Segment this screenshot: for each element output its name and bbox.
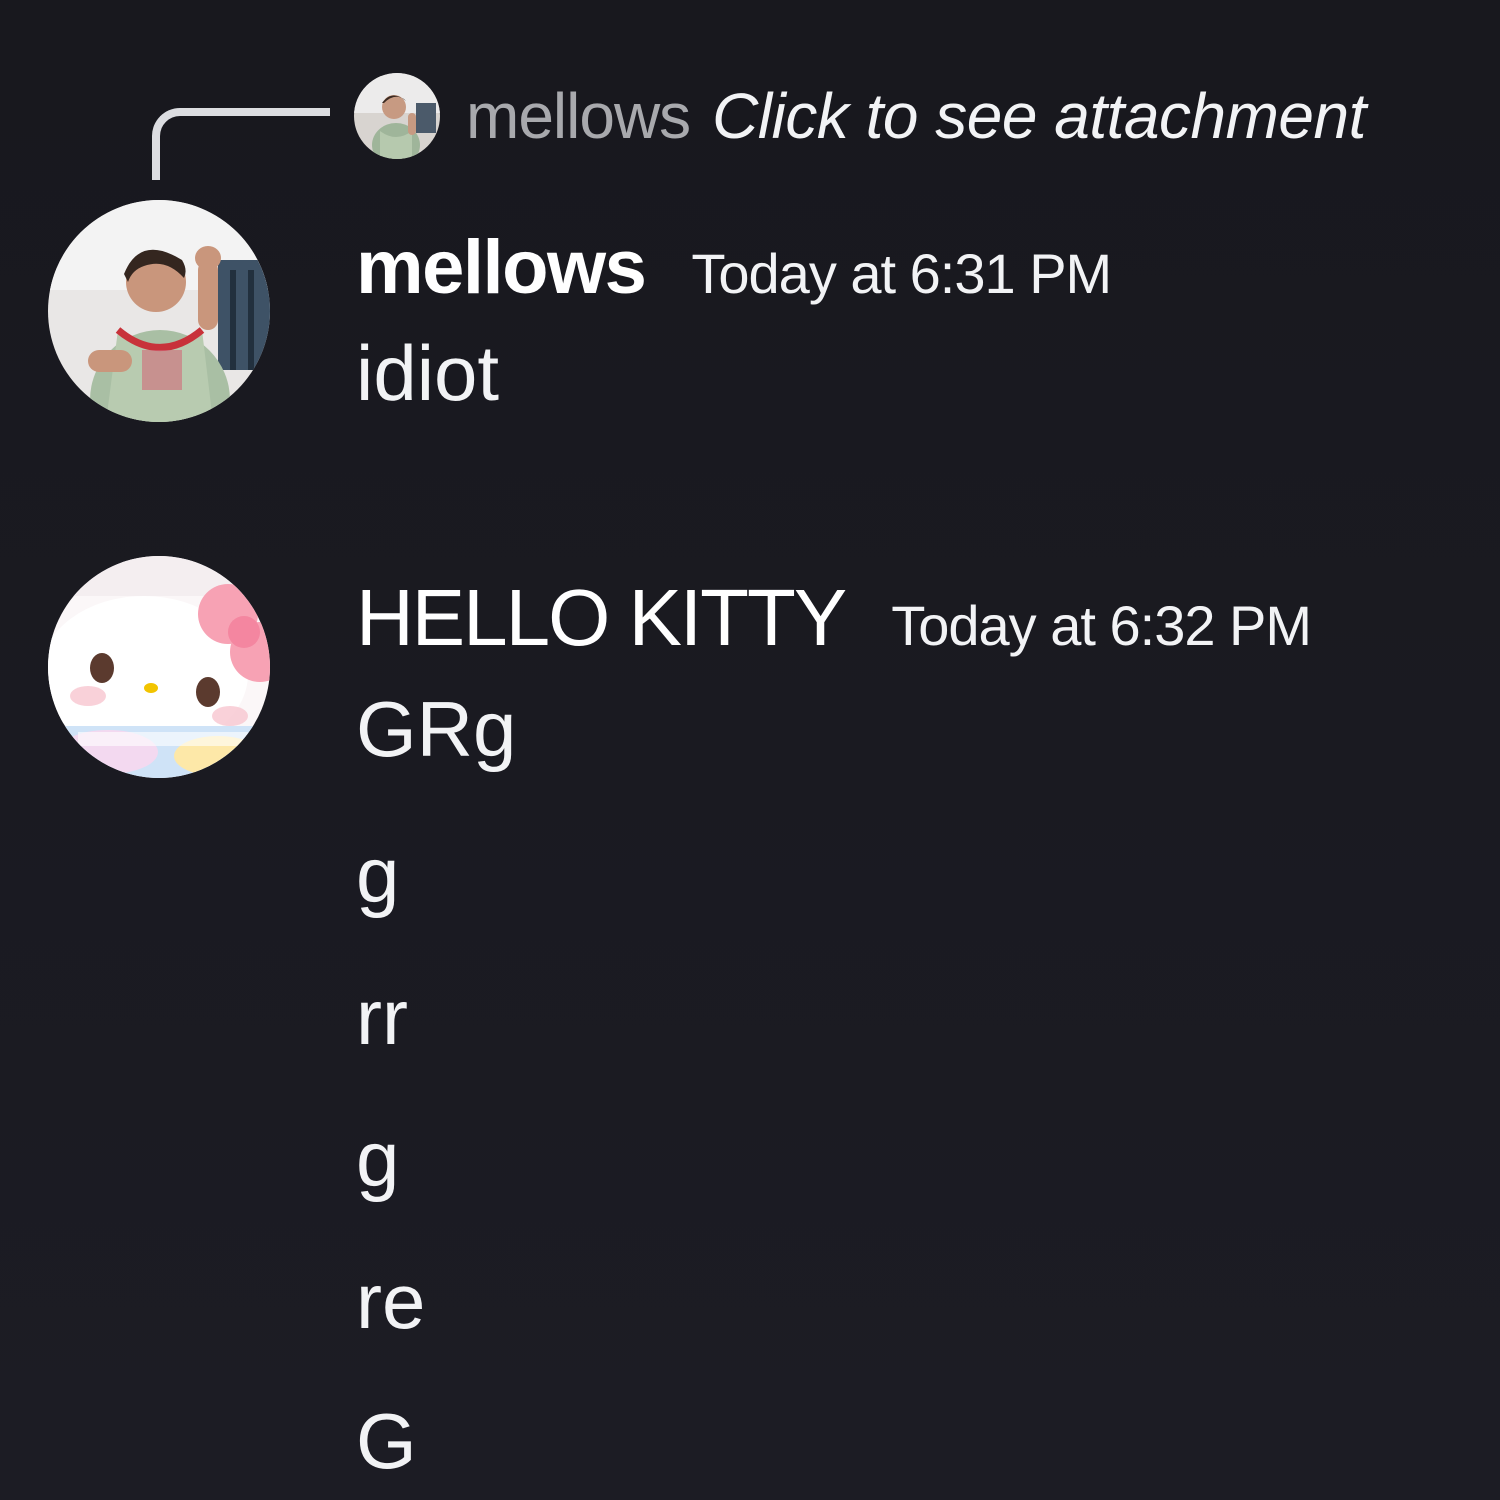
- reply-avatar-image: [354, 73, 440, 159]
- message-header: mellows Today at 6:31 PM: [356, 224, 1112, 311]
- avatar-image: [48, 556, 270, 778]
- message-timestamp[interactable]: Today at 6:31 PM: [691, 241, 1112, 306]
- message-text: re: [356, 1257, 426, 1345]
- avatar-image: [48, 200, 270, 422]
- chat-messages-pane: mellows Click to see attachment mellows …: [0, 0, 1500, 1500]
- message-text: g: [356, 1115, 400, 1203]
- message-text: g: [356, 831, 400, 919]
- reply-reference[interactable]: mellows Click to see attachment: [354, 70, 1366, 162]
- message-text: GRg: [356, 685, 517, 773]
- message-username[interactable]: HELLO KITTY: [356, 572, 847, 664]
- message-username[interactable]: mellows: [356, 224, 647, 311]
- message-text: G: [356, 1397, 417, 1485]
- reply-username[interactable]: mellows: [466, 79, 691, 153]
- message-text: idiot: [356, 329, 500, 417]
- message-text: rr: [356, 973, 408, 1061]
- reply-preview-text[interactable]: Click to see attachment: [712, 79, 1366, 153]
- avatar-hello-kitty[interactable]: [48, 556, 270, 778]
- avatar-mellows[interactable]: [48, 200, 270, 422]
- message-header: HELLO KITTY Today at 6:32 PM: [356, 572, 1312, 664]
- message-timestamp[interactable]: Today at 6:32 PM: [891, 593, 1312, 658]
- reply-avatar[interactable]: [354, 73, 440, 159]
- reply-spine-connector: [152, 108, 330, 180]
